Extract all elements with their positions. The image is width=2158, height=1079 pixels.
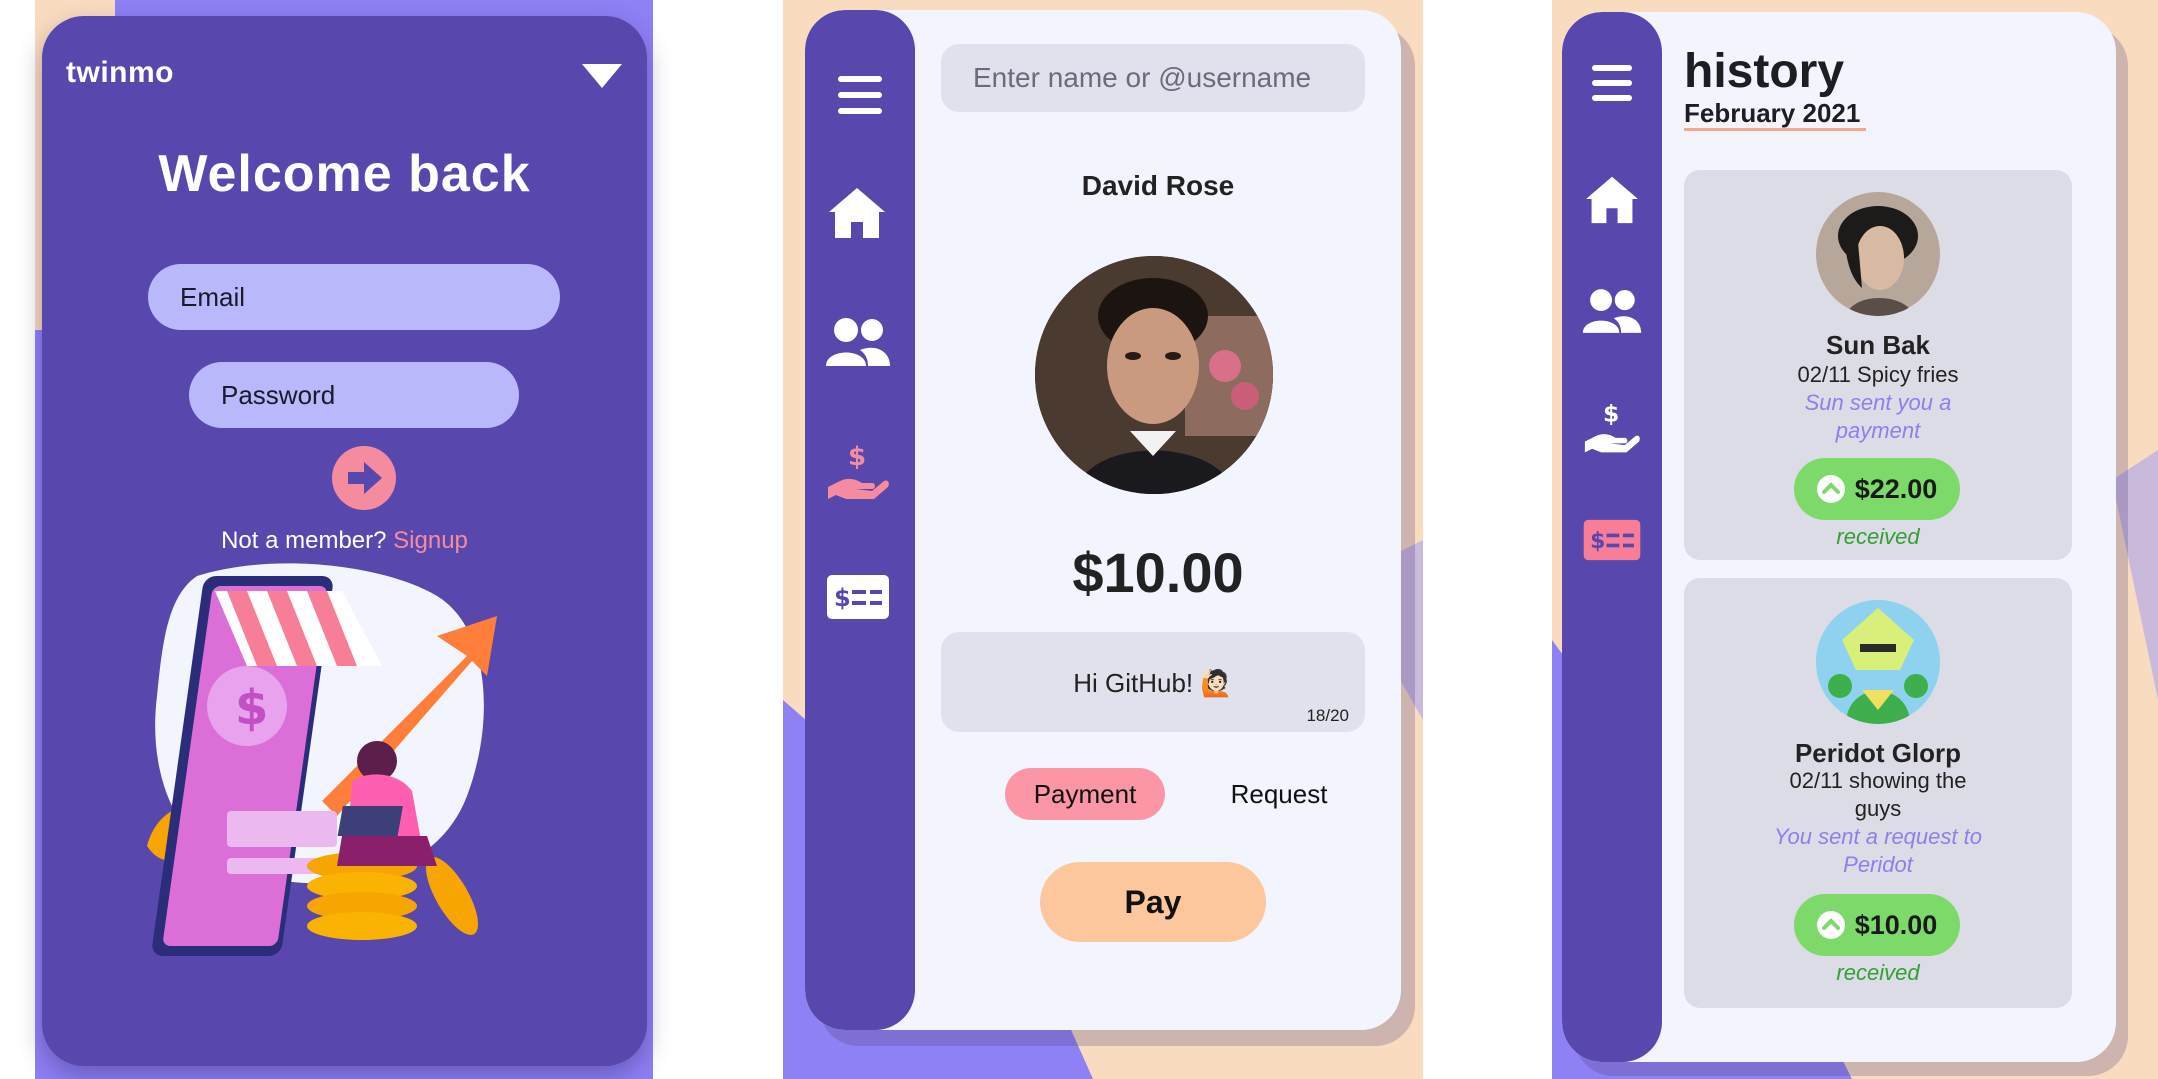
search-placeholder: Enter name or @username: [973, 62, 1312, 93]
login-submit-button[interactable]: [332, 446, 396, 510]
transaction-status: received: [1836, 960, 1920, 985]
transaction-name: Sun Bak: [1825, 330, 1931, 360]
welcome-heading: Welcome back: [158, 145, 531, 203]
chevron-up-icon: [1816, 475, 1845, 503]
signup-prompt: Not a member? Signup: [42, 527, 647, 555]
svg-text:$: $: [1590, 529, 1605, 554]
home-icon[interactable]: [1580, 170, 1644, 228]
svg-text:$: $: [1603, 400, 1619, 428]
transaction-memo-cont: guys: [1854, 796, 1902, 821]
recipient-name: David Rose: [1081, 170, 1235, 201]
transaction-amount: $22.00: [1854, 473, 1938, 504]
transaction-description-cont: Peridot: [1843, 852, 1913, 877]
transaction-name: Peridot Glorp: [1794, 738, 1962, 768]
pay-hand-icon[interactable]: $: [825, 440, 891, 504]
tab-payment[interactable]: Payment: [1005, 768, 1165, 820]
recipient-search-input[interactable]: Enter name or @username: [941, 44, 1365, 112]
shop-illustration: $: [147, 563, 497, 956]
users-icon[interactable]: [823, 314, 893, 370]
sidebar-nav: $ $: [1562, 12, 1662, 1062]
transaction-memo: 02/11 showing the: [1789, 768, 1967, 793]
history-screen: $ $ history February 2021 Sun Bak 02/11 …: [1562, 12, 2116, 1062]
avatar: [1816, 192, 1940, 316]
month-underline: [1684, 128, 1866, 131]
pay-screen: $ $ Enter name or @username David Rose $…: [805, 10, 1401, 1030]
pay-hand-icon[interactable]: $: [1580, 398, 1644, 458]
arrow-right-icon: [348, 462, 382, 494]
transaction-description: Sun sent you a: [1804, 390, 1952, 415]
transaction-amount-badge: $22.00: [1794, 458, 1960, 520]
home-icon[interactable]: [825, 182, 889, 242]
sidebar-nav: $ $: [805, 10, 915, 1030]
history-card-icon[interactable]: $: [1580, 516, 1644, 564]
transaction-amount: $10.00: [1854, 909, 1938, 940]
note-text: Hi GitHub! 🙋🏻: [1073, 668, 1233, 698]
password-placeholder: Password: [221, 379, 336, 410]
char-counter: 18/20: [1306, 706, 1349, 725]
dropdown-triangle-icon[interactable]: [582, 64, 622, 88]
email-field[interactable]: Email: [148, 264, 560, 330]
transaction-memo: 02/11 Spicy fries: [1797, 362, 1959, 387]
chevron-up-icon: [1816, 911, 1845, 939]
login-screen: twinmo Welcome back Email Password Not a…: [42, 16, 647, 1066]
signup-link[interactable]: Signup: [393, 527, 468, 554]
transaction-description: You sent a request to: [1774, 824, 1982, 849]
password-field[interactable]: Password: [189, 362, 519, 428]
avatar: [1816, 600, 1940, 724]
app-logo: twinmo: [66, 56, 174, 89]
svg-text:$: $: [235, 680, 268, 736]
tab-request[interactable]: Request: [1199, 768, 1359, 820]
note-field[interactable]: Hi GitHub! 🙋🏻 18/20: [941, 632, 1365, 732]
month-label: February 2021: [1684, 98, 1861, 128]
transaction-description-cont: payment: [1835, 418, 1921, 443]
recipient-avatar: [1035, 256, 1273, 494]
transaction-status: received: [1836, 524, 1920, 549]
svg-text:$: $: [834, 584, 851, 612]
payment-amount[interactable]: $10.00: [915, 540, 1401, 605]
not-member-text: Not a member?: [221, 527, 387, 554]
transaction-amount-badge: $10.00: [1794, 894, 1960, 956]
svg-text:$: $: [848, 442, 866, 472]
menu-icon[interactable]: [830, 70, 890, 120]
pay-button[interactable]: Pay: [1040, 862, 1266, 942]
transaction-card[interactable]: Peridot Glorp 02/11 showing the guys You…: [1684, 578, 2072, 1008]
transaction-card[interactable]: Sun Bak 02/11 Spicy fries Sun sent you a…: [1684, 170, 2072, 560]
history-card-icon[interactable]: $: [825, 572, 891, 622]
users-icon[interactable]: [1578, 284, 1646, 338]
page-title: history: [1684, 45, 1845, 98]
email-placeholder: Email: [180, 281, 246, 312]
menu-icon[interactable]: [1582, 58, 1642, 108]
